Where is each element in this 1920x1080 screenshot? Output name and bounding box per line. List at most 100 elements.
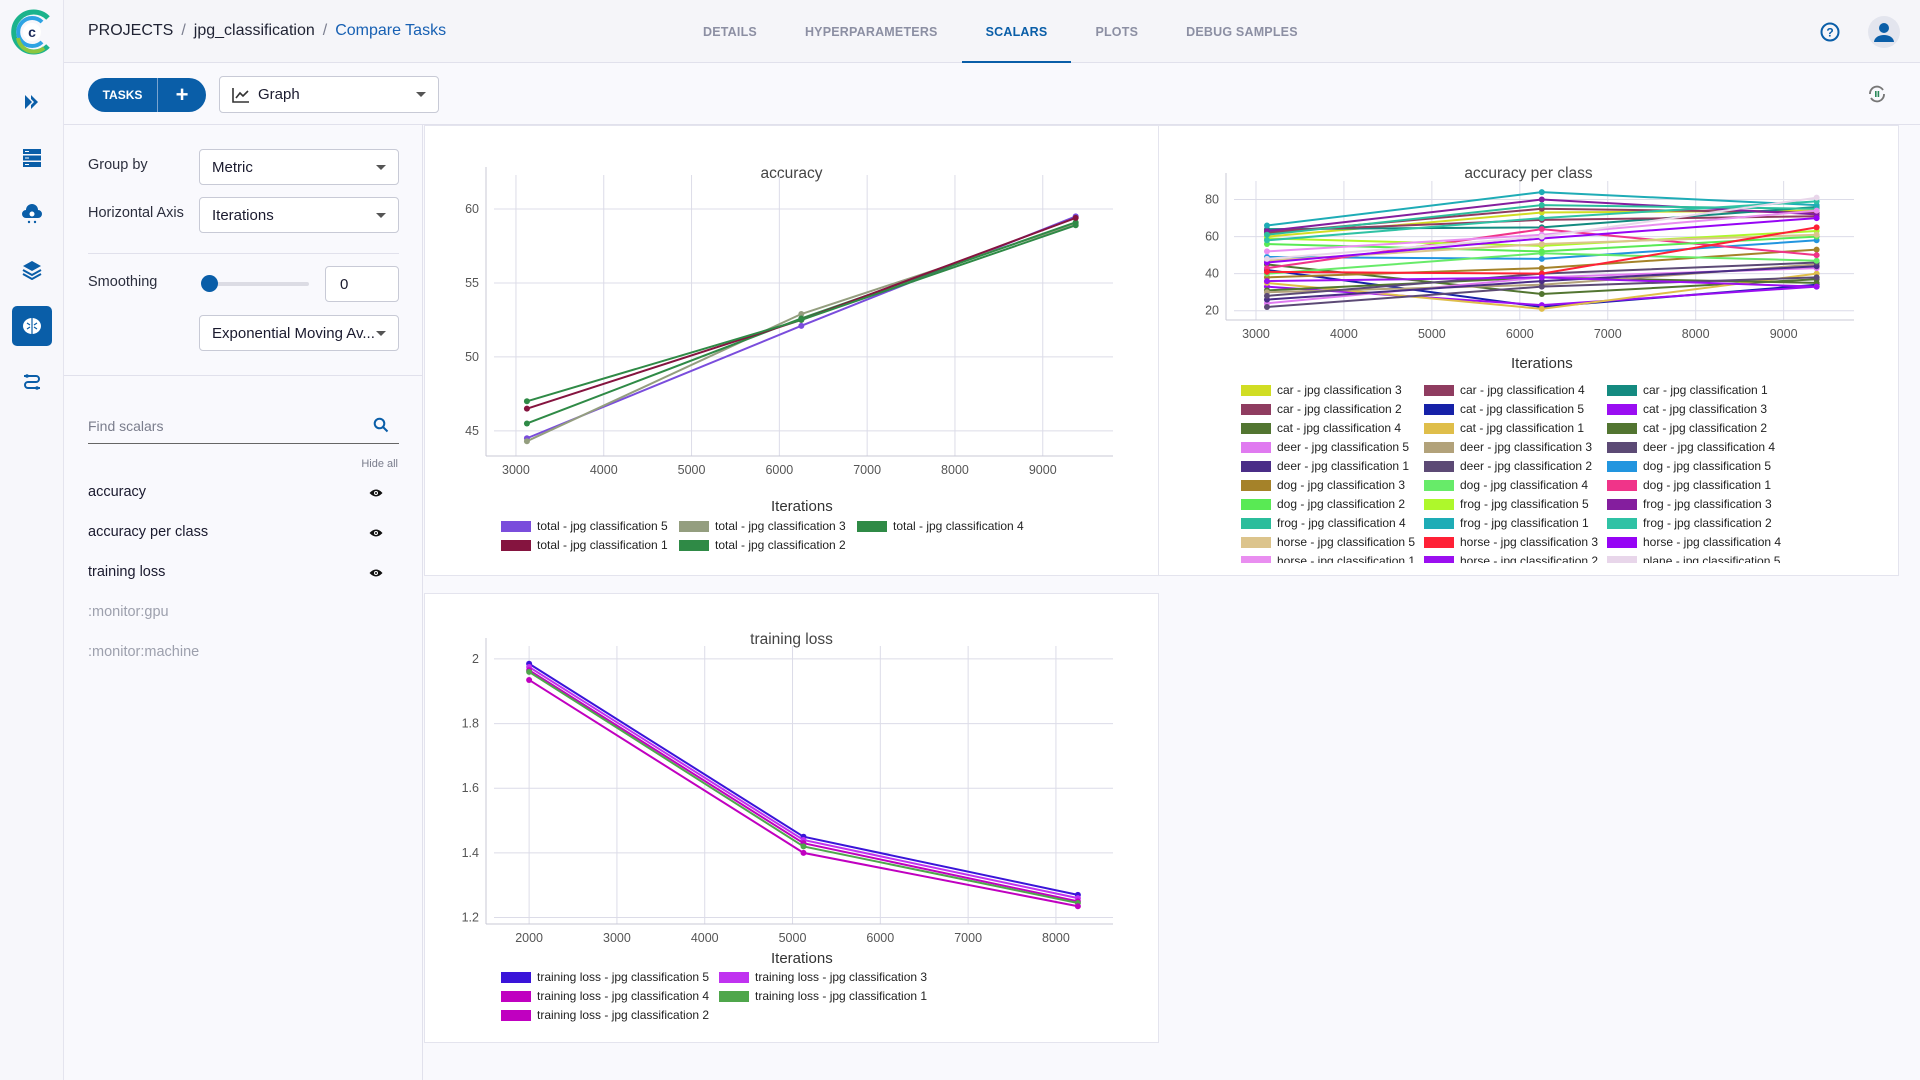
legend-item[interactable]: training loss - jpg classification 3 [719, 970, 927, 984]
data-point[interactable] [1074, 903, 1081, 910]
tab-hyperparameters[interactable]: HYPERPARAMETERS [781, 0, 962, 63]
data-point[interactable] [1813, 194, 1820, 201]
data-point[interactable] [1263, 231, 1270, 238]
find-scalars-input[interactable]: Find scalars [88, 408, 399, 444]
clearml-logo-icon[interactable]: c [8, 8, 56, 56]
data-point[interactable] [523, 438, 530, 445]
data-point[interactable] [1538, 255, 1545, 262]
breadcrumb-project[interactable]: jpg_classification [194, 22, 315, 40]
data-point[interactable] [798, 316, 805, 323]
data-point[interactable] [1538, 202, 1545, 209]
scalar-list-item[interactable]: :monitor:machine [88, 640, 399, 664]
legend-item[interactable]: training loss - jpg classification 5 [501, 970, 709, 984]
data-point[interactable] [1813, 231, 1820, 238]
legend-item[interactable]: training loss - jpg classification 2 [501, 1008, 709, 1022]
data-point[interactable] [1263, 292, 1270, 299]
hide-all-button[interactable]: Hide all [361, 458, 398, 470]
data-point[interactable] [1813, 257, 1820, 264]
legend-item[interactable]: frog - jpg classification 2 [1607, 516, 1772, 530]
tab-debug-samples[interactable]: DEBUG SAMPLES [1162, 0, 1322, 63]
tab-scalars[interactable]: SCALARS [961, 0, 1072, 64]
scalar-list-item[interactable]: training loss [88, 560, 399, 584]
group-by-select[interactable]: Metric [199, 149, 399, 185]
legend-item[interactable]: car - jpg classification 3 [1241, 383, 1402, 397]
smoothing-value-input[interactable]: 0 [325, 266, 399, 302]
data-point[interactable] [1538, 274, 1545, 281]
data-point[interactable] [800, 843, 807, 850]
data-point[interactable] [1538, 215, 1545, 222]
data-point[interactable] [523, 420, 530, 427]
legend-item[interactable]: cat - jpg classification 5 [1424, 402, 1584, 416]
add-task-button[interactable]: + [158, 78, 206, 112]
legend-item[interactable]: deer - jpg classification 5 [1241, 440, 1409, 454]
series-line[interactable] [528, 662, 1079, 896]
reports-nav-icon[interactable] [12, 362, 52, 402]
breadcrumb-projects[interactable]: PROJECTS [88, 22, 173, 40]
legend-item[interactable]: total - jpg classification 4 [857, 519, 1024, 533]
data-point[interactable] [1813, 224, 1820, 231]
data-point[interactable] [1538, 189, 1545, 196]
series-line[interactable] [528, 671, 1079, 904]
smoothing-method-select[interactable]: Exponential Moving Av... [199, 315, 399, 351]
legend-item[interactable]: training loss - jpg classification 1 [719, 989, 927, 1003]
legend-item[interactable]: dog - jpg classification 4 [1424, 478, 1588, 492]
auto-refresh-pause-icon[interactable] [1866, 83, 1888, 105]
legend-item[interactable]: total - jpg classification 2 [679, 538, 846, 552]
tab-details[interactable]: DETAILS [679, 0, 781, 63]
series-line[interactable] [526, 222, 1076, 443]
legend-item[interactable]: cat - jpg classification 3 [1607, 402, 1767, 416]
data-point[interactable] [1263, 278, 1270, 285]
eye-visibility-icon[interactable] [369, 566, 383, 582]
experiments-brain-nav-icon[interactable] [12, 306, 52, 346]
data-point[interactable] [1538, 241, 1545, 248]
data-point[interactable] [1263, 268, 1270, 275]
legend-item[interactable]: frog - jpg classification 5 [1424, 497, 1589, 511]
legend-item[interactable]: car - jpg classification 1 [1607, 383, 1768, 397]
data-point[interactable] [1538, 291, 1545, 298]
data-point[interactable] [526, 668, 533, 675]
series-line[interactable] [528, 669, 1079, 903]
series-line[interactable] [528, 679, 1079, 908]
legend-item[interactable]: horse - jpg classification 3 [1424, 535, 1598, 549]
data-point[interactable] [1538, 305, 1545, 312]
legend-item[interactable]: dog - jpg classification 5 [1607, 459, 1771, 473]
datasets-nav-icon[interactable] [12, 138, 52, 178]
eye-visibility-icon[interactable] [369, 486, 383, 502]
data-point[interactable] [1538, 226, 1545, 233]
data-point[interactable] [1263, 237, 1270, 244]
legend-item[interactable]: frog - jpg classification 4 [1241, 516, 1406, 530]
data-point[interactable] [523, 405, 530, 412]
data-point[interactable] [526, 676, 533, 683]
help-icon[interactable]: ? [1818, 20, 1842, 44]
orchestration-nav-icon[interactable] [12, 194, 52, 234]
smoothing-slider-thumb[interactable] [201, 275, 218, 292]
legend-item[interactable]: dog - jpg classification 3 [1241, 478, 1405, 492]
horizontal-axis-select[interactable]: Iterations [199, 197, 399, 233]
data-point[interactable] [1813, 283, 1820, 290]
legend-item[interactable]: cat - jpg classification 4 [1241, 421, 1401, 435]
legend-item[interactable]: deer - jpg classification 1 [1241, 459, 1409, 473]
legend-item[interactable]: deer - jpg classification 2 [1424, 459, 1592, 473]
legend-item[interactable]: total - jpg classification 3 [679, 519, 846, 533]
data-point[interactable] [1263, 248, 1270, 255]
legend-item[interactable]: training loss - jpg classification 4 [501, 989, 709, 1003]
legend-item[interactable]: frog - jpg classification 1 [1424, 516, 1589, 530]
chart-legend[interactable]: car - jpg classification 3 car - jpg clas… [1241, 383, 1841, 563]
legend-item[interactable]: deer - jpg classification 3 [1424, 440, 1592, 454]
search-icon[interactable] [373, 417, 389, 436]
legend-item[interactable]: horse - jpg classification 4 [1607, 535, 1781, 549]
legend-item[interactable]: plane - jpg classification 5 [1607, 554, 1780, 563]
legend-item[interactable]: cat - jpg classification 2 [1607, 421, 1767, 435]
data-point[interactable] [1263, 222, 1270, 229]
legend-item[interactable]: car - jpg classification 4 [1424, 383, 1585, 397]
data-point[interactable] [1538, 283, 1545, 290]
data-point[interactable] [1813, 215, 1820, 222]
data-point[interactable] [523, 398, 530, 405]
legend-item[interactable]: dog - jpg classification 2 [1241, 497, 1405, 511]
eye-visibility-icon[interactable] [369, 526, 383, 542]
data-point[interactable] [798, 322, 805, 329]
models-layers-nav-icon[interactable] [12, 250, 52, 290]
legend-item[interactable]: deer - jpg classification 4 [1607, 440, 1775, 454]
legend-item[interactable]: frog - jpg classification 3 [1607, 497, 1772, 511]
legend-item[interactable]: cat - jpg classification 1 [1424, 421, 1584, 435]
